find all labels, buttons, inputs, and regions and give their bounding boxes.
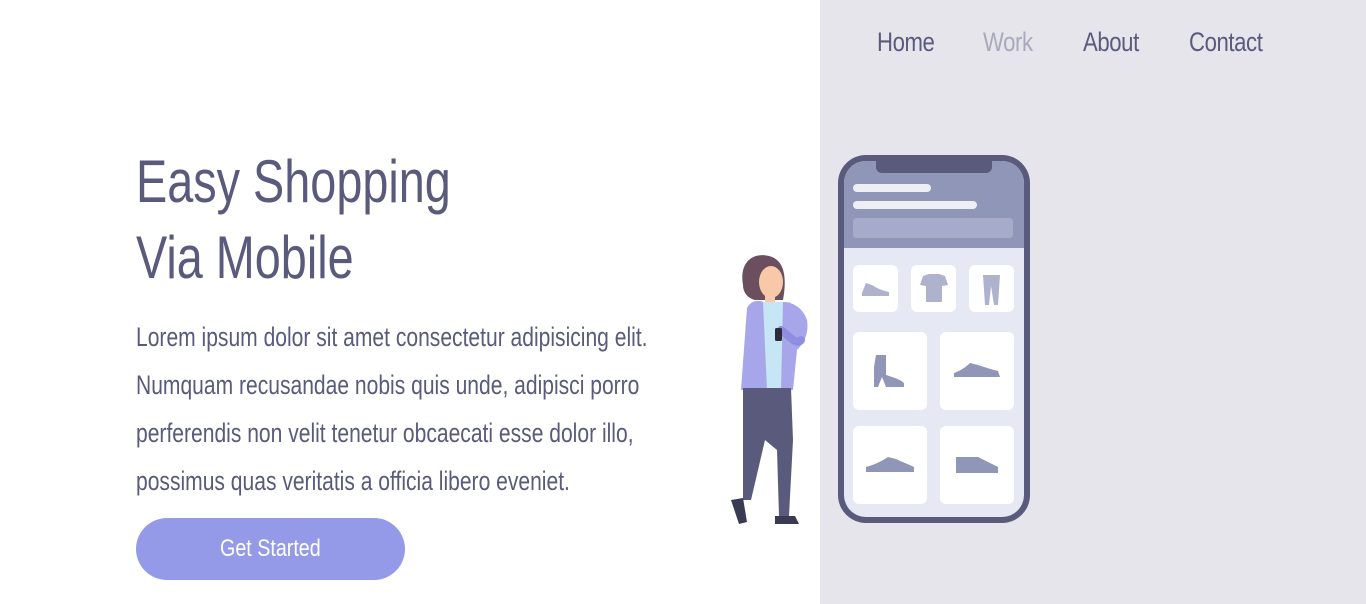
hero-description: Lorem ipsum dolor sit amet consectetur a… <box>136 313 698 505</box>
hero-title-line2: Via Mobile <box>136 224 354 291</box>
hero-description-line: Lorem ipsum dolor sit amet consectetur a… <box>136 322 648 352</box>
nav-contact[interactable]: Contact <box>1189 27 1263 58</box>
shopping-illustration <box>731 155 1030 524</box>
hero-description-line: possimus quas veritatis a officia libero… <box>136 466 570 496</box>
hero-description-line: perferendis non velit tenetur obcaecati … <box>136 418 634 448</box>
main-nav: Home Work About Contact <box>877 27 1279 58</box>
nav-home[interactable]: Home <box>877 27 964 58</box>
hero-title-line1: Easy Shopping <box>136 148 451 215</box>
get-started-label: Get Started <box>220 535 321 562</box>
phone-mockup <box>838 155 1030 523</box>
get-started-button[interactable]: Get Started <box>136 518 405 580</box>
hero-title: Easy Shopping Via Mobile <box>136 144 451 296</box>
hero-description-line: Numquam recusandae nobis quis unde, adip… <box>136 370 640 400</box>
woman-figure <box>731 255 808 524</box>
nav-about[interactable]: About <box>1083 27 1170 58</box>
nav-work[interactable]: Work <box>983 27 1065 58</box>
